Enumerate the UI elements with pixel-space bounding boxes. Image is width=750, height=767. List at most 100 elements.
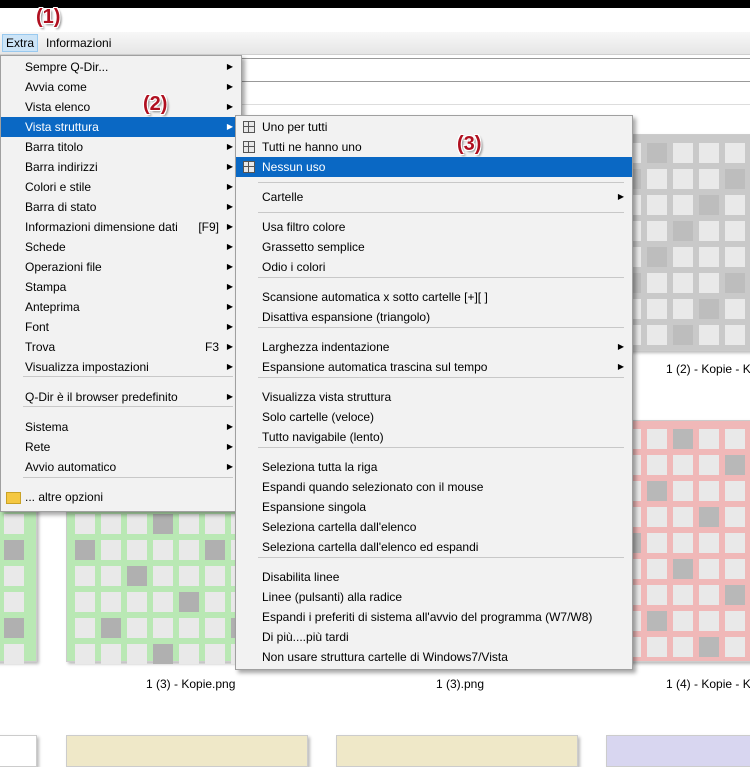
submenu-arrow-icon: ▶ [226,202,233,211]
thumbnail-cell [179,566,199,586]
menu-item-label: Schede [25,240,66,254]
menu-item-schede[interactable]: Schede ▶ [1,237,241,257]
menu-item-sistema[interactable]: Sistema ▶ [1,417,241,437]
thumbnail-bottom[interactable] [0,735,37,767]
thumbnail-cell [647,611,667,631]
menu-item-visualizza-impostazioni[interactable]: Visualizza impostazioni ▶ [1,357,241,377]
submenu-item-disabilita-linee[interactable]: Disabilita linee [236,567,632,587]
submenu-item-visualizza-vista-struttura[interactable]: Visualizza vista struttura [236,387,632,407]
submenu-item-solo-cartelle-veloce[interactable]: Solo cartelle (veloce) [236,407,632,427]
submenu-arrow-icon: ▶ [226,162,233,171]
thumbnail-cell [153,618,173,638]
submenu-item-non-usare-struttura-cartelle-di-windows7-vista[interactable]: Non usare struttura cartelle di Windows7… [236,647,632,667]
menu-item-barra-indirizzi[interactable]: Barra indirizzi ▶ [1,157,241,177]
thumbnail-cell [725,429,745,449]
menu-item-operazioni-file[interactable]: Operazioni file ▶ [1,257,241,277]
submenu-item-odio-i-colori[interactable]: Odio i colori [236,257,632,277]
submenu-item-seleziona-tutta-la-riga[interactable]: Seleziona tutta la riga [236,457,632,477]
thumbnail-cell [179,644,199,664]
thumbnail-cell [673,507,693,527]
thumbnail-cell [4,566,24,586]
submenu-arrow-icon: ▶ [226,102,233,111]
thumbnail-cell [673,325,693,345]
submenu-item-espandi-i-preferiti-di-sistema-all-avvio-del-programma-w7-w8[interactable]: Espandi i preferiti di sistema all'avvio… [236,607,632,627]
menu-item-avvia-come[interactable]: Avvia come ▶ [1,77,241,97]
file-caption[interactable]: 1 (3) - Kopie.png [146,677,235,691]
thumbnail-bottom[interactable] [66,735,308,767]
thumbnail-cell [153,592,173,612]
submenu-item-di-pi-pi-tardi[interactable]: Di più....più tardi [236,627,632,647]
thumbnail-cell [699,507,719,527]
menu-separator [258,377,624,378]
address-bar[interactable] [240,58,750,82]
menu-item-sempre-q-dir[interactable]: Sempre Q-Dir... ▶ [1,57,241,77]
menu-item-trova[interactable]: Trova F3 ▶ [1,337,241,357]
menu-item-vista-elenco[interactable]: Vista elenco ▶ [1,97,241,117]
thumbnail-cell [673,559,693,579]
submenu-item-tutto-navigabile-lento[interactable]: Tutto navigabile (lento) [236,427,632,447]
submenu-item-tutti-ne-hanno-uno[interactable]: Tutti ne hanno uno [236,137,632,157]
thumbnail-cell [647,299,667,319]
menu-item-label: Barra titolo [25,140,84,154]
menu-item-stampa[interactable]: Stampa ▶ [1,277,241,297]
file-caption[interactable]: 1 (4) - Kopie - Ko [666,677,750,691]
thumbnail-cell [673,481,693,501]
thumbnail-bottom[interactable] [336,735,578,767]
submenu-arrow-icon: ▶ [226,142,233,151]
submenu-item-label: Uno per tutti [262,120,328,134]
menu-item-altre-opzioni[interactable]: ... altre opzioni [1,487,241,507]
thumbnail-green-left[interactable] [0,505,37,664]
submenu-item-seleziona-cartella-dall-elenco[interactable]: Seleziona cartella dall'elenco [236,517,632,537]
menu-item-anteprima[interactable]: Anteprima ▶ [1,297,241,317]
submenu-item-label: Seleziona cartella dall'elenco ed espand… [262,540,479,554]
menu-item-colori-e-stile[interactable]: Colori e stile ▶ [1,177,241,197]
thumbnail-bottom[interactable] [606,735,750,767]
thumbnail-cell [153,644,173,664]
menu-item-informazioni-dimensione-dati[interactable]: Informazioni dimensione dati [F9] ▶ [1,217,241,237]
menu-item-barra-di-stato[interactable]: Barra di stato ▶ [1,197,241,217]
menu-item-label: Sempre Q-Dir... [25,60,109,74]
submenu-item-larghezza-indentazione[interactable]: Larghezza indentazione ▶ [236,337,632,357]
menu-item-q-dir-il-browser-predefinito[interactable]: Q-Dir è il browser predefinito ▶ [1,387,241,407]
menu-item-font[interactable]: Font ▶ [1,317,241,337]
submenu-item-espansione-singola[interactable]: Espansione singola [236,497,632,517]
menu-item-barra-titolo[interactable]: Barra titolo ▶ [1,137,241,157]
thumbnail-cell [647,273,667,293]
submenu-item-label: Espandi i preferiti di sistema all'avvio… [262,610,593,624]
menu-bar: Extra Informazioni [0,32,750,55]
menu-item-rete[interactable]: Rete ▶ [1,437,241,457]
submenu-item-scansione-automatica-x-sotto-cartelle[interactable]: Scansione automatica x sotto cartelle [+… [236,287,632,307]
submenu-item-disattiva-espansione-triangolo[interactable]: Disattiva espansione (triangolo) [236,307,632,327]
submenu-arrow-icon: ▶ [226,322,233,331]
thumbnail-cell [647,533,667,553]
thumbnail-cell [153,514,173,534]
thumbnail-green[interactable] [66,505,277,664]
thumbnail-cell [4,618,24,638]
submenu-arrow-icon: ▶ [226,422,233,431]
menu-item-avvio-automatico[interactable]: Avvio automatico ▶ [1,457,241,477]
thumbnail-cell [647,507,667,527]
submenu-item-usa-filtro-colore[interactable]: Usa filtro colore [236,217,632,237]
submenu-item-seleziona-cartella-dall-elenco-ed-espandi[interactable]: Seleziona cartella dall'elenco ed espand… [236,537,632,557]
thumbnail-cell [673,455,693,475]
submenu-item-cartelle[interactable]: Cartelle ▶ [236,187,632,207]
window-top-edge [0,0,750,8]
submenu-arrow-icon: ▶ [226,62,233,71]
submenu-item-nessun-uso[interactable]: Nessun uso [236,157,632,177]
file-caption[interactable]: 1 (3).png [436,677,484,691]
menu-extra[interactable]: Extra [2,34,39,52]
menu-item-vista-struttura[interactable]: Vista struttura ▶ [1,117,241,137]
thumbnail-cell [725,143,745,163]
thumbnail-cell [4,592,24,612]
submenu-item-grassetto-semplice[interactable]: Grassetto semplice [236,237,632,257]
thumbnail-cell [101,514,121,534]
submenu-item-espansione-automatica-trascina-sul-tempo[interactable]: Espansione automatica trascina sul tempo… [236,357,632,377]
submenu-item-uno-per-tutti[interactable]: Uno per tutti [236,117,632,137]
menu-item-label: Operazioni file [25,260,102,274]
menu-item-label: Barra di stato [25,200,97,214]
menu-informazioni[interactable]: Informazioni [43,35,114,51]
file-caption[interactable]: 1 (2) - Kopie - Ko [666,362,750,376]
submenu-item-label: Disabilita linee [262,570,340,584]
submenu-item-linee-pulsanti-alla-radice[interactable]: Linee (pulsanti) alla radice [236,587,632,607]
submenu-item-espandi-quando-selezionato-con-il-mouse[interactable]: Espandi quando selezionato con il mouse [236,477,632,497]
